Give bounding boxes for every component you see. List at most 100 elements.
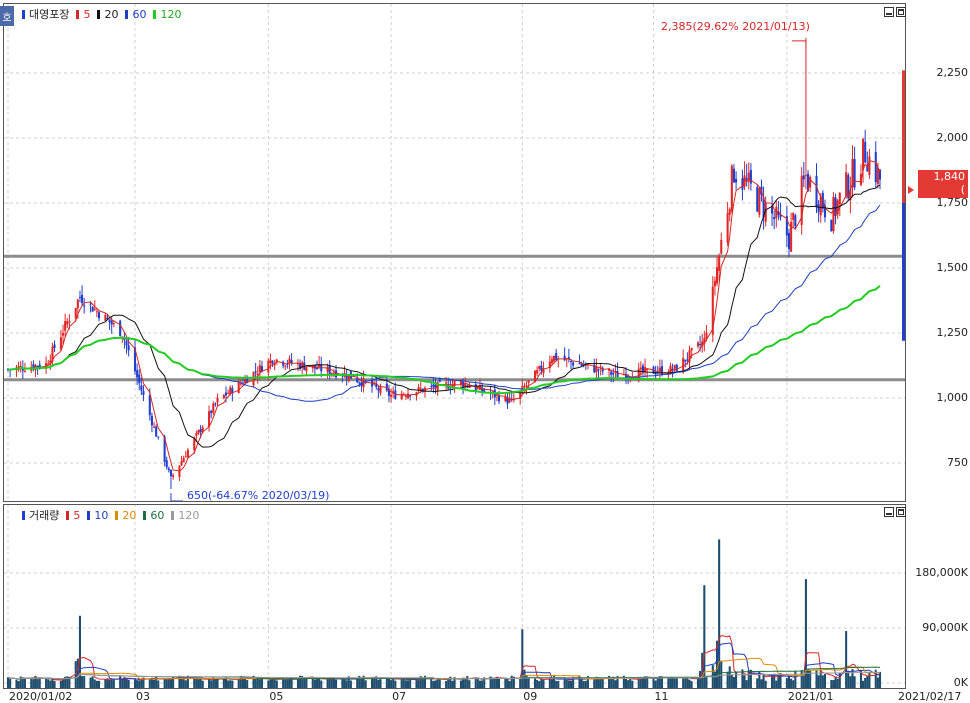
candle-body (335, 370, 338, 378)
candle-body (819, 196, 822, 216)
candle-body (862, 138, 865, 171)
x-tick: 03 (135, 690, 150, 703)
volume-bar (536, 679, 539, 688)
candle-body (468, 386, 471, 389)
candle-body (89, 303, 92, 305)
ma20-marker (97, 9, 101, 19)
volume-bar (138, 680, 141, 688)
candle-body (550, 359, 553, 364)
volume-bar (409, 679, 412, 688)
candle-body (53, 344, 56, 348)
candle-body (699, 343, 702, 345)
candle-body (792, 212, 795, 220)
volume-bar (320, 680, 323, 688)
candle-body (406, 393, 410, 398)
volume-bar (832, 680, 835, 688)
volume-bar (121, 678, 124, 688)
candle-body (157, 436, 160, 438)
high-marker (791, 40, 807, 48)
volume-bar (303, 678, 306, 688)
volume-bar (15, 679, 18, 688)
candle-body (572, 362, 575, 366)
volume-bar (91, 676, 94, 688)
candle-body (199, 429, 202, 432)
candle-body (720, 239, 723, 254)
volume-bar (732, 677, 736, 688)
candle-body (419, 388, 422, 390)
candle-body (817, 204, 820, 212)
price-y-tick: 750 (947, 456, 968, 469)
volume-bar (167, 678, 170, 688)
volume-bar (214, 679, 217, 688)
candle-body (673, 365, 676, 369)
candle-body (78, 297, 82, 299)
volume-bar (341, 678, 344, 688)
volume-bar (743, 675, 746, 688)
range-indicator-up (902, 70, 905, 204)
maximize-icon[interactable] (896, 7, 906, 17)
volume-bar (36, 679, 39, 688)
candle-body (81, 295, 84, 304)
candle-body (224, 392, 228, 396)
candle-body (108, 319, 111, 323)
price-legend-marker (22, 9, 25, 19)
candle-body (74, 307, 77, 319)
candle-body (832, 196, 835, 232)
x-tick: 05 (269, 690, 284, 703)
volume-bar (542, 679, 545, 688)
candle-body (222, 394, 225, 399)
candle-body (735, 178, 738, 183)
candle-body (142, 391, 145, 395)
volume-bar (148, 678, 151, 688)
volume-bar (390, 680, 393, 688)
volume-bar (669, 678, 672, 688)
candle-body (874, 151, 877, 183)
candle-body (172, 475, 175, 478)
candle-body (728, 209, 731, 215)
minimize-icon[interactable] (884, 507, 894, 517)
x-tick: 07 (392, 690, 407, 703)
volume-bar (402, 679, 405, 688)
volume-bar (671, 678, 674, 688)
minimize-icon[interactable] (884, 7, 894, 17)
candle-body (802, 175, 805, 180)
volume-bar (787, 675, 791, 688)
candle-body (756, 187, 759, 212)
volume-bar (296, 679, 300, 688)
candle-body (686, 359, 689, 361)
volume-bar (538, 681, 541, 688)
volume-bar (110, 679, 113, 688)
volume-bar (864, 677, 867, 688)
volume-bar (193, 678, 196, 688)
candle-body (180, 461, 183, 466)
volume-bar (286, 679, 289, 688)
volume-bar (519, 678, 522, 688)
volume-bar (790, 678, 793, 688)
current-price-arrow (908, 186, 914, 194)
volume-bar (550, 679, 553, 688)
volume-bar (504, 678, 507, 688)
candle-body (167, 468, 170, 471)
candle-body (876, 167, 879, 184)
candle-body (658, 367, 661, 372)
volume-bar (800, 670, 803, 688)
candle-body (216, 397, 219, 403)
volume-bar (254, 677, 257, 688)
volume-bar (508, 681, 511, 688)
candle-body (612, 373, 615, 375)
volume-bar (23, 677, 26, 688)
volume-bar (53, 681, 56, 688)
ma5-label: 5 (83, 7, 91, 21)
maximize-icon[interactable] (896, 507, 906, 517)
volume-bar (195, 679, 198, 688)
volume-bar (318, 678, 321, 688)
candle-body (569, 361, 573, 363)
x-tick: 2021/02/17 (898, 690, 962, 703)
volume-bar (93, 679, 96, 688)
candle-body (356, 378, 359, 383)
candle-body (148, 395, 151, 416)
candle-body (112, 323, 115, 325)
candle-body (212, 403, 215, 413)
side-tab[interactable]: 호 (0, 6, 14, 26)
volume-bar (332, 678, 335, 688)
